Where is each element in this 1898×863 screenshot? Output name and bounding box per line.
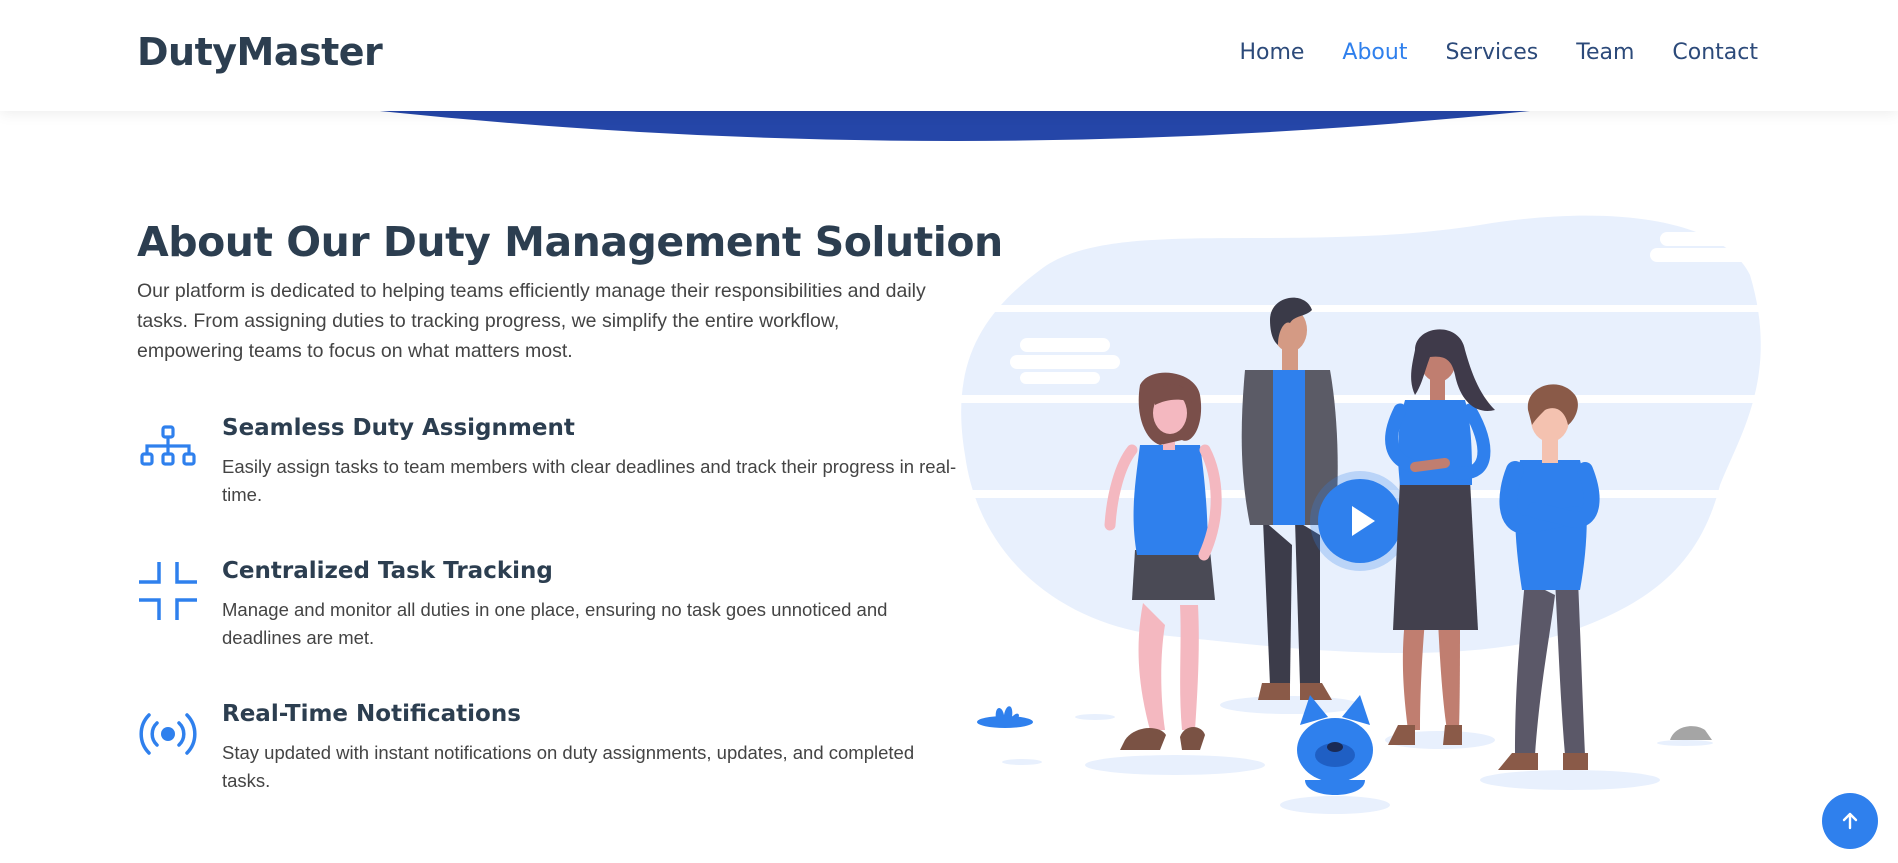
sitemap-icon [140, 425, 196, 466]
arrow-up-icon [1842, 812, 1858, 830]
scroll-to-top-button[interactable] [1822, 793, 1878, 849]
section-description: Our platform is dedicated to helping tea… [137, 280, 926, 362]
broadcast-icon [139, 713, 197, 755]
nav-home[interactable]: Home [1239, 40, 1304, 65]
section-title: About Our Duty Management Solution [137, 218, 1003, 266]
nav-services[interactable]: Services [1445, 40, 1538, 65]
logo[interactable]: DutyMaster [137, 30, 383, 74]
feature-notifications: Real-Time Notifications Stay updated wit… [137, 701, 957, 811]
feature-task-tracking: Centralized Task Tracking Manage and mon… [137, 558, 957, 668]
team-illustration [960, 215, 1770, 814]
nav-about[interactable]: About [1342, 40, 1407, 65]
feature-title: Seamless Duty Assignment [222, 415, 575, 441]
play-button [1310, 471, 1410, 571]
hero-arc-decoration [380, 111, 1530, 141]
site-header: DutyMaster Home About Services Team Cont… [0, 0, 1898, 111]
feature-description: Easily assign tasks to team members with… [222, 456, 957, 505]
feature-title: Real-Time Notifications [222, 701, 521, 727]
feature-description: Stay updated with instant notifications … [222, 742, 915, 791]
main-nav: Home About Services Team Contact [1239, 40, 1758, 65]
nav-team[interactable]: Team [1576, 40, 1634, 65]
feature-title: Centralized Task Tracking [222, 558, 553, 584]
feature-description: Manage and monitor all duties in one pla… [222, 599, 888, 648]
fullscreen-exit-icon [139, 562, 197, 620]
nav-contact[interactable]: Contact [1672, 40, 1758, 65]
feature-duty-assignment: Seamless Duty Assignment Easily assign t… [137, 415, 957, 525]
